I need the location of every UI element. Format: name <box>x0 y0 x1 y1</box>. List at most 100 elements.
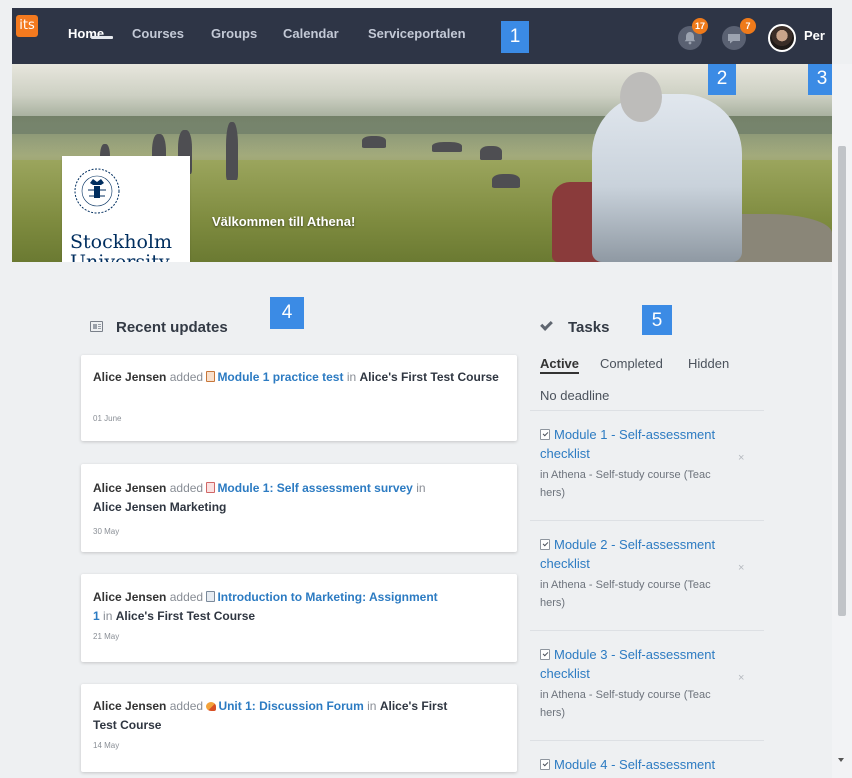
task-title-line-1: Module 4 - Self-assessment <box>554 757 716 772</box>
callout-marker-3: 3 <box>808 64 832 95</box>
hide-task-close-icon[interactable]: × <box>738 672 744 684</box>
nav-item-courses[interactable]: Courses <box>132 26 184 41</box>
update-author[interactable]: Alice Jensen <box>93 481 166 495</box>
update-card: Alice Jensen added Module 1: Self assess… <box>81 464 517 552</box>
banner-figure <box>226 122 238 180</box>
banner-figure <box>492 174 520 188</box>
update-preposition: in <box>103 609 113 623</box>
tasks-title: Tasks <box>568 319 610 336</box>
update-course-link[interactable]: Alice's First Test Course <box>360 370 499 384</box>
its-logo[interactable]: its <box>16 15 38 37</box>
messages-count-badge: 7 <box>740 18 756 34</box>
newspaper-icon <box>90 321 103 332</box>
task-course-line-2: hers) <box>540 487 566 499</box>
assignment-icon <box>206 591 216 602</box>
university-name-line-1: Stockholm <box>70 231 173 253</box>
update-card: Alice Jensen added Unit 1: Discussion Fo… <box>81 684 517 772</box>
hide-task-close-icon[interactable]: × <box>738 452 744 464</box>
deadline-group-label: No deadline <box>540 388 610 403</box>
user-name-menu[interactable]: Per <box>804 28 825 43</box>
hide-task-close-icon[interactable]: × <box>738 562 744 574</box>
forum-icon <box>206 702 217 711</box>
update-date: 30 May <box>93 527 120 536</box>
tab-hidden[interactable]: Hidden <box>688 356 729 371</box>
update-preposition: in <box>367 699 377 713</box>
banner-figure <box>432 142 462 152</box>
update-course-link[interactable]: Alice Jensen Marketing <box>93 500 226 514</box>
update-verb: added <box>169 590 204 604</box>
update-date: 14 May <box>93 741 120 750</box>
update-date: 21 May <box>93 632 120 641</box>
task-title-line-1: Module 2 - Self-assessment <box>554 537 716 552</box>
task-title-line-1: Module 1 - Self-assessment <box>554 427 716 442</box>
task-title-line-2: checklist <box>540 666 590 681</box>
tab-active[interactable]: Active <box>540 356 580 374</box>
update-preposition: in <box>346 370 357 384</box>
task-link[interactable]: Module 2 - Self-assessment checklist <box>540 535 740 573</box>
update-item-link[interactable]: Introduction to Marketing: Assignment <box>217 590 437 604</box>
task-title-line-2: checklist <box>540 556 590 571</box>
update-author[interactable]: Alice Jensen <box>93 590 166 604</box>
survey-icon <box>206 482 216 493</box>
task-course: in Athena - Self-study course (Teac hers… <box>540 466 736 502</box>
update-item-link[interactable]: Module 1: Self assessment survey <box>217 481 412 495</box>
banner-seated-person-head <box>620 72 662 122</box>
update-item-link-continued[interactable]: 1 <box>93 609 100 623</box>
callout-marker-2: 2 <box>708 64 736 95</box>
scrollbar-thumb[interactable] <box>838 146 846 616</box>
update-item-link[interactable]: Unit 1: Discussion Forum <box>218 699 363 713</box>
update-card: Alice Jensen added Module 1 practice tes… <box>81 355 517 441</box>
quiz-icon <box>206 371 216 382</box>
task-course-line-2: hers) <box>540 707 566 719</box>
recent-updates-title: Recent updates <box>116 319 228 336</box>
update-verb: added <box>169 481 204 495</box>
task-course-line-1: in Athena - Self-study course (Teac <box>540 469 711 481</box>
task-course: in Athena - Self-study course (Teac hers… <box>540 576 736 612</box>
callout-marker-1: 1 <box>501 21 529 53</box>
task-item: Module 2 - Self-assessment checklist in … <box>530 520 764 628</box>
task-item: Module 1 - Self-assessment checklist in … <box>530 410 764 518</box>
update-course-link[interactable]: Alice's First Test Course <box>116 609 255 623</box>
update-card: Alice Jensen added Introduction to Marke… <box>81 574 517 662</box>
update-verb: added <box>169 699 204 713</box>
nav-item-calendar[interactable]: Calendar <box>283 26 339 41</box>
task-course-line-2: hers) <box>540 597 566 609</box>
update-course-link[interactable]: Alice's First <box>380 699 448 713</box>
task-course-line-1: in Athena - Self-study course (Teac <box>540 689 711 701</box>
scroll-down-arrow-icon[interactable] <box>838 758 844 762</box>
callout-marker-5: 5 <box>642 305 672 335</box>
update-author[interactable]: Alice Jensen <box>93 699 166 713</box>
update-author[interactable]: Alice Jensen <box>93 370 166 384</box>
banner-figure <box>362 136 386 148</box>
update-date: 01 June <box>93 414 122 423</box>
callout-marker-4: 4 <box>270 297 304 329</box>
nav-item-serviceportalen[interactable]: Serviceportalen <box>368 26 466 41</box>
task-link[interactable]: Module 1 - Self-assessment checklist <box>540 425 740 463</box>
task-title-line-1: Module 3 - Self-assessment <box>554 647 716 662</box>
page-scrollbar[interactable] <box>832 64 852 778</box>
welcome-message: Välkommen till Athena! <box>212 214 356 229</box>
tab-completed[interactable]: Completed <box>600 356 663 371</box>
update-course-link-continued[interactable]: Test Course <box>93 718 161 732</box>
task-link[interactable]: Module 4 - Self-assessment checklist <box>540 755 740 778</box>
update-item-link[interactable]: Module 1 practice test <box>217 370 343 384</box>
notifications-count-badge: 17 <box>692 18 709 34</box>
update-preposition: in <box>416 481 426 495</box>
task-course: in Athena - Self-study course (Teac hers… <box>540 686 736 722</box>
checklist-icon <box>540 649 550 660</box>
checklist-icon <box>540 539 550 550</box>
user-avatar[interactable] <box>768 24 796 52</box>
checklist-icon <box>540 759 550 770</box>
banner-seated-person <box>592 94 742 262</box>
task-link[interactable]: Module 3 - Self-assessment checklist <box>540 645 740 683</box>
checklist-icon <box>540 429 550 440</box>
task-item: Module 3 - Self-assessment checklist in … <box>530 630 764 738</box>
active-tab-indicator <box>91 36 113 39</box>
top-navigation-bar: its Home Courses Groups Calendar Service… <box>12 8 832 64</box>
update-verb: added <box>169 370 204 384</box>
task-course-line-1: in Athena - Self-study course (Teac <box>540 579 711 591</box>
task-title-line-2: checklist <box>540 446 590 461</box>
nav-item-groups[interactable]: Groups <box>211 26 257 41</box>
banner-figure <box>480 146 502 160</box>
university-crest-icon <box>74 168 120 214</box>
